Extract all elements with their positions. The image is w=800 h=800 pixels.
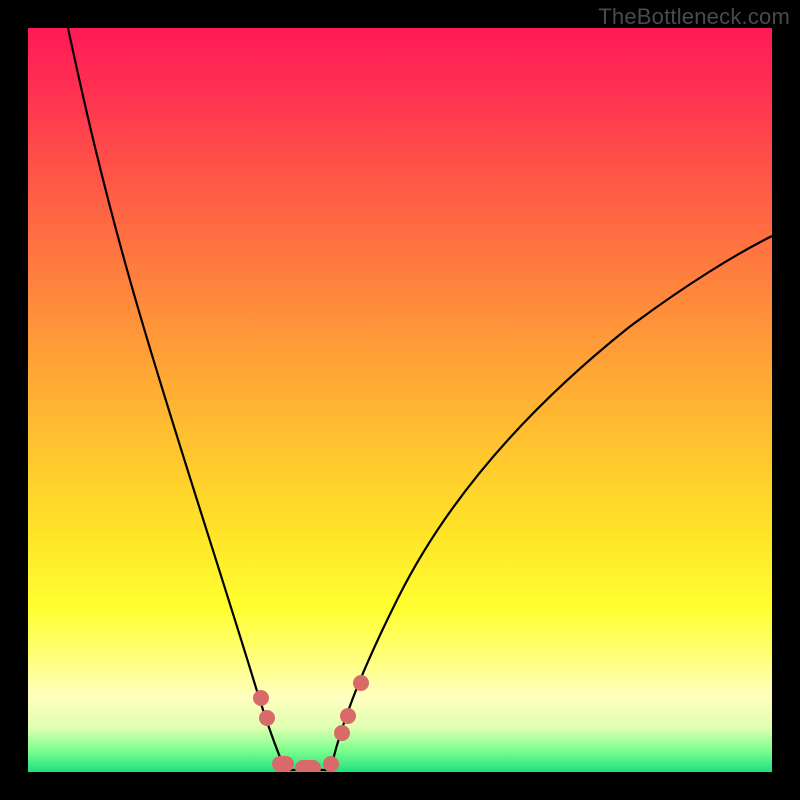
- watermark-text: TheBottleneck.com: [598, 4, 790, 30]
- data-marker: [323, 756, 339, 772]
- data-marker: [334, 725, 350, 741]
- data-marker: [295, 760, 321, 772]
- data-marker: [272, 756, 294, 772]
- left-branch-path: [68, 28, 286, 772]
- right-branch-path: [330, 236, 772, 772]
- data-marker: [340, 708, 356, 724]
- chart-frame: [28, 28, 772, 772]
- curve-svg: [28, 28, 772, 772]
- data-marker: [253, 690, 269, 706]
- data-marker: [353, 675, 369, 691]
- data-marker: [259, 710, 275, 726]
